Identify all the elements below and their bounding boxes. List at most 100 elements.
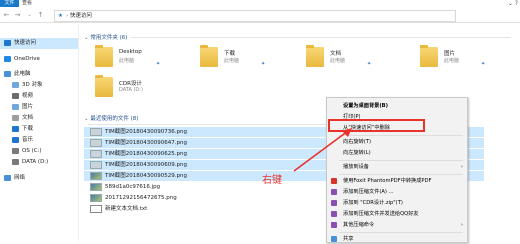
image-file-icon: [90, 160, 102, 169]
image-file-icon: [90, 193, 102, 202]
sidebar-item-icon: [12, 147, 19, 154]
folder-tile[interactable]: 下载 此电脑 ✦: [200, 45, 270, 73]
menu-item[interactable]: 使用Foxit PhantomPDF中转换成PDF: [327, 176, 467, 186]
frequent-folders-header[interactable]: ⌄ 常用文件夹 (6): [84, 33, 512, 41]
sidebar-item-label: 网络: [14, 175, 26, 181]
file-name: 新建文本文档.txt: [105, 206, 148, 212]
sidebar-item[interactable]: OneDrive: [0, 54, 78, 65]
navigation-pane: 快速访问 OneDrive 此电脑 3D 对象视频图片文档下载音乐 OS (C:) DAT…: [0, 24, 79, 241]
ribbon-controls[interactable]: ⌄ ?: [508, 0, 518, 7]
tab-view[interactable]: 查看: [22, 0, 32, 7]
pin-icon: ✦: [481, 61, 486, 67]
menu-item-icon: [331, 236, 337, 242]
folder-name: 文档: [330, 51, 342, 57]
pin-icon: ✦: [261, 61, 266, 67]
menu-item[interactable]: 共享: [327, 234, 467, 244]
sidebar-item-label: 此电脑: [14, 71, 31, 77]
folder-icon: [95, 45, 113, 67]
submenu-arrow-icon: ›: [460, 222, 463, 228]
folder-name: 图片: [444, 51, 456, 57]
folder-icon: [200, 45, 218, 67]
address-path-label: 快速访问: [69, 13, 92, 19]
ribbon: 文件 查看 ⌄ ?: [0, 0, 520, 7]
folder-tile[interactable]: 图片 此电脑 ✦: [420, 45, 490, 73]
folder-name: 下载: [224, 51, 236, 57]
menu-item[interactable]: 添加到 "CDR设计.zip"(T): [327, 198, 467, 208]
folder-icon: [420, 45, 438, 67]
annotation-arrow: [293, 128, 352, 172]
pin-icon: ✦: [156, 61, 161, 67]
image-file-icon: [90, 182, 102, 191]
menu-item-icon: [331, 211, 337, 217]
sidebar-item-icon: [12, 103, 19, 110]
file-name: TIM截图20180430090609.png: [105, 162, 187, 168]
menu-item[interactable]: 添加到压缩文件并发送给QQ好友: [327, 209, 467, 219]
menu-item-label: 共享: [343, 236, 354, 242]
sidebar-item-icon: [12, 136, 19, 143]
sidebar-item-icon: [12, 114, 19, 121]
folder-location: 此电脑: [119, 58, 135, 64]
address-bar: ← → ⌄ ↑ ★ › 快速访问: [0, 9, 520, 23]
quick-access-star-icon: ★: [58, 13, 63, 19]
tab-file[interactable]: 文件: [0, 0, 19, 7]
annotation-label: 右键: [262, 175, 282, 186]
sidebar-item-icon: [4, 39, 11, 46]
sidebar-item[interactable]: 文档: [0, 113, 78, 124]
sidebar-item-icon: [4, 174, 11, 181]
back-icon[interactable]: ←: [2, 10, 11, 20]
sidebar-item[interactable]: 3D 对象: [0, 80, 78, 91]
submenu-arrow-icon: ›: [460, 164, 463, 170]
folder-icon: [306, 45, 324, 67]
sidebar-item[interactable]: OS (C:): [0, 146, 78, 157]
sidebar-item-label: 文档: [22, 115, 34, 121]
text-file-icon: [90, 204, 102, 213]
file-name: TIM截图20180430090625.png: [105, 151, 187, 157]
pin-icon: ✦: [367, 61, 372, 67]
menu-item[interactable]: 设置为桌面背景(B): [327, 101, 467, 111]
sidebar-item-label: 快速访问: [14, 40, 37, 46]
folder-tile[interactable]: 文档 此电脑 ✦: [306, 45, 376, 73]
sidebar-item[interactable]: DATA (D:): [0, 157, 78, 168]
sidebar-item[interactable]: 图片: [0, 102, 78, 113]
recent-locations-icon[interactable]: ⌄: [25, 10, 34, 20]
file-name: 20171292156472675.png: [105, 195, 177, 201]
menu-item-icon: [331, 200, 337, 206]
image-file-icon: [90, 149, 102, 158]
sidebar-item-icon: [12, 92, 19, 99]
up-icon[interactable]: ↑: [36, 10, 45, 20]
sidebar-item-label: 图片: [22, 104, 34, 110]
menu-item[interactable]: 添加到压缩文件(A) ...: [327, 187, 467, 197]
forward-icon[interactable]: →: [13, 10, 22, 20]
sidebar-item[interactable]: 音乐: [0, 135, 78, 146]
sidebar-item[interactable]: 网络: [0, 173, 78, 184]
folder-tile[interactable]: CDR设计 DATA (D:): [95, 75, 165, 103]
menu-item-label: 添加到压缩文件并发送给QQ好友: [343, 211, 419, 217]
sidebar-item-label: OneDrive: [14, 56, 40, 62]
sidebar-item-label: 音乐: [22, 137, 34, 143]
menu-separator: [339, 232, 463, 233]
sidebar-item-label: 视频: [22, 93, 34, 99]
sidebar-item[interactable]: 快速访问: [0, 38, 78, 49]
menu-item-icon: [331, 222, 337, 228]
menu-item-label: 设置为桌面背景(B): [343, 103, 389, 109]
menu-item[interactable]: 其他压缩命令 ›: [327, 220, 467, 230]
menu-item-label: 其他压缩命令: [343, 222, 375, 228]
sidebar-item[interactable]: 下载: [0, 124, 78, 135]
sidebar-item[interactable]: 此电脑: [0, 69, 78, 80]
file-name: TIM截图20180430090529.png: [105, 173, 187, 179]
folder-location: 此电脑: [330, 58, 346, 64]
image-file-icon: [90, 171, 102, 180]
folder-location: 此电脑: [224, 58, 240, 64]
menu-item-label: 添加到 "CDR设计.zip"(T): [343, 200, 403, 206]
file-name: 589d1a0c97616.jpg: [105, 184, 161, 190]
folder-tile[interactable]: Desktop 此电脑 ✦: [95, 45, 165, 73]
sidebar-item-label: OS (C:): [22, 148, 42, 154]
sidebar-item-label: 下载: [22, 126, 34, 132]
menu-item-icon: [331, 189, 337, 195]
sidebar-item-icon: [4, 55, 11, 62]
address-path[interactable]: ★ › 快速访问: [54, 10, 456, 22]
image-file-icon: [90, 138, 102, 147]
sidebar-item-label: 3D 对象: [22, 82, 43, 88]
sidebar-item[interactable]: 视频: [0, 91, 78, 102]
menu-item-label: 添加到压缩文件(A) ...: [343, 189, 394, 195]
